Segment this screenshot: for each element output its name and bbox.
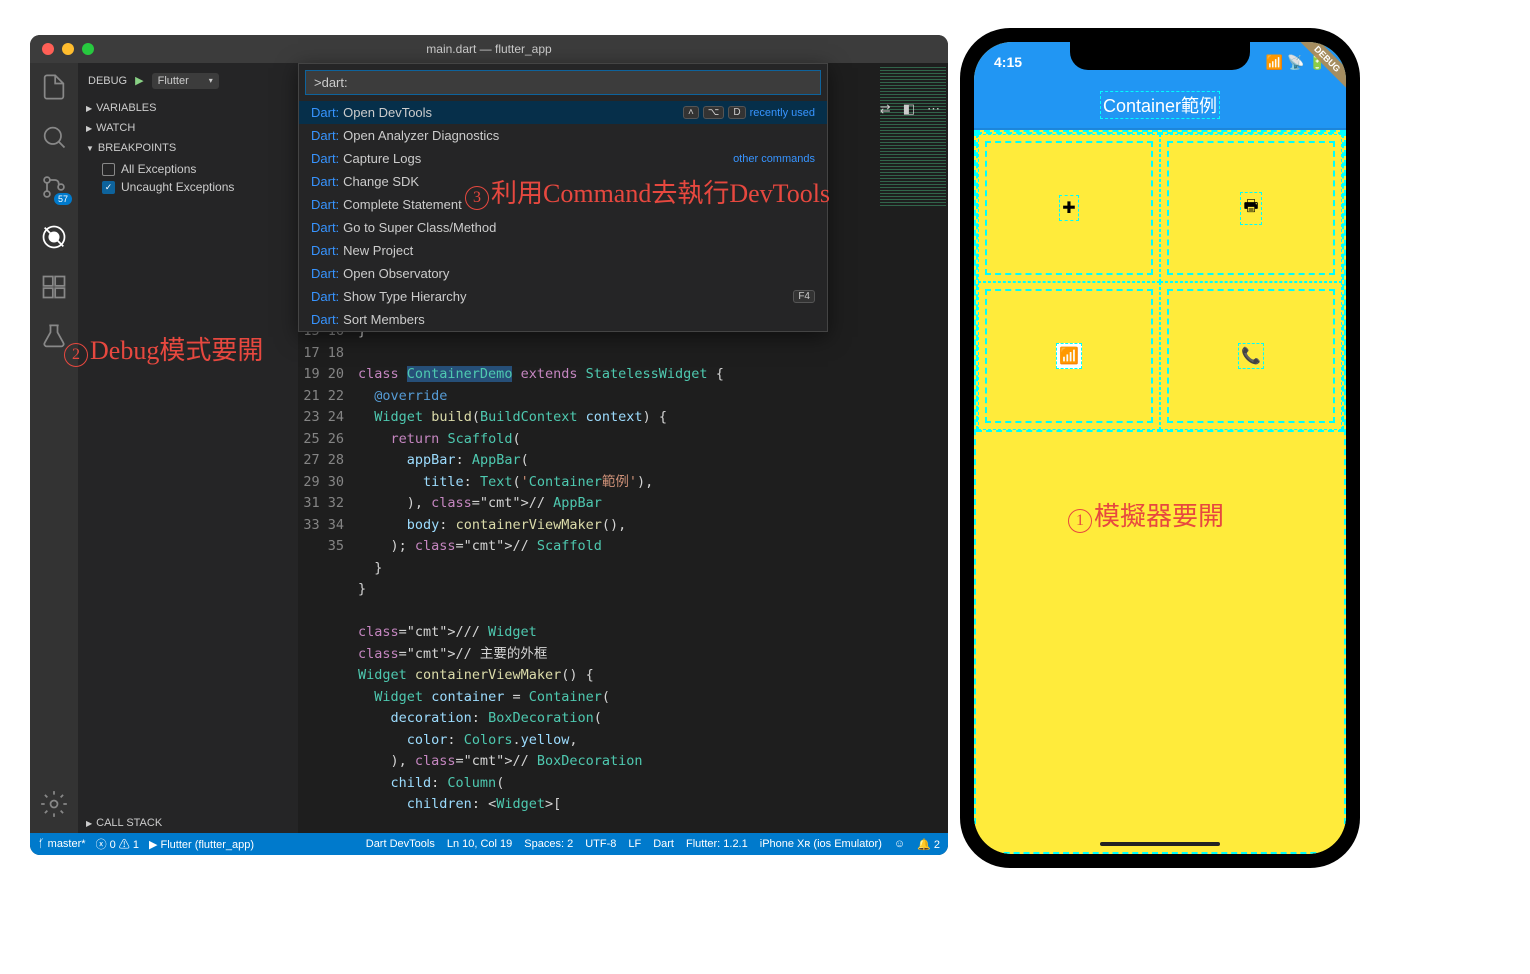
- grid-cell: 🖶: [1160, 134, 1342, 282]
- device[interactable]: iPhone Xʀ (ios Emulator): [760, 838, 882, 851]
- titlebar: main.dart — flutter_app: [30, 35, 948, 63]
- git-branch[interactable]: ᚶ master*: [38, 838, 86, 850]
- print-icon: 🖶: [1240, 192, 1261, 225]
- command-palette-input[interactable]: >dart:: [305, 70, 821, 95]
- palette-item[interactable]: Dart:Capture Logsother commands: [299, 147, 827, 170]
- app-body: ✚ 🖶 📶 📞: [974, 130, 1346, 854]
- settings-icon[interactable]: [40, 790, 68, 818]
- phone-notch: [1070, 42, 1250, 70]
- indentation[interactable]: Spaces: 2: [524, 838, 573, 851]
- flutter-version[interactable]: Flutter: 1.2.1: [686, 838, 748, 851]
- scm-badge: 57: [54, 193, 72, 205]
- section-variables[interactable]: ▶VARIABLES: [78, 98, 298, 118]
- more-icon[interactable]: ⋯: [927, 101, 940, 117]
- debug-icon[interactable]: [40, 223, 68, 251]
- minimap[interactable]: [878, 63, 948, 833]
- breakpoint-uncaught-exceptions[interactable]: ✓Uncaught Exceptions: [102, 178, 298, 196]
- phone-icon: 📞: [1238, 343, 1264, 369]
- feedback-icon[interactable]: ☺: [894, 838, 905, 851]
- launch-status[interactable]: ▶ Flutter (flutter_app): [149, 838, 254, 851]
- signal-icon: 📶: [1266, 54, 1283, 71]
- search-icon[interactable]: [40, 123, 68, 151]
- section-breakpoints[interactable]: ▼BREAKPOINTS: [78, 138, 298, 158]
- breakpoint-all-exceptions[interactable]: All Exceptions: [102, 160, 298, 178]
- phone-time: 4:15: [994, 54, 1022, 70]
- problems[interactable]: ⓧ 0 ⚠ 1: [96, 836, 139, 852]
- annotation-2: 2Debug模式要開: [64, 330, 263, 367]
- split-icon[interactable]: ◧: [903, 101, 915, 117]
- status-bar: ᚶ master* ⓧ 0 ⚠ 1 ▶ Flutter (flutter_app…: [30, 833, 948, 855]
- app-bar: Container範例: [974, 82, 1346, 130]
- compare-icon[interactable]: ⇄: [880, 101, 891, 117]
- annotation-1: 1模擬器要開: [1068, 496, 1224, 533]
- encoding[interactable]: UTF-8: [585, 838, 616, 851]
- checkbox-unchecked-icon[interactable]: [102, 163, 115, 176]
- home-indicator[interactable]: [1100, 842, 1220, 846]
- debug-sidebar: DEBUG ▶ Flutter▾ ▶VARIABLES ▶WATCH ▼BREA…: [78, 63, 298, 833]
- extensions-icon[interactable]: [40, 273, 68, 301]
- debug-config-dropdown[interactable]: Flutter▾: [152, 73, 219, 89]
- section-callstack[interactable]: ▶CALL STACK: [78, 813, 298, 833]
- palette-item[interactable]: Dart:Go to Super Class/Method: [299, 216, 827, 239]
- notifications[interactable]: 🔔 2: [917, 838, 940, 851]
- palette-item[interactable]: Dart:Open Observatory: [299, 262, 827, 285]
- devtools-status[interactable]: Dart DevTools: [366, 838, 435, 851]
- debug-label: DEBUG: [88, 75, 127, 87]
- annotation-3: 3利用Command去執行DevTools: [465, 173, 830, 210]
- grid-cell: 📞: [1160, 282, 1342, 430]
- vscode-window: main.dart — flutter_app 57 DEBUG ▶ Flutt…: [30, 35, 948, 855]
- palette-item[interactable]: Dart:Open DevTools ˄⌥Drecently used: [299, 101, 827, 124]
- activity-bar: 57: [30, 63, 78, 833]
- nav-up-icon: ˄: [683, 106, 699, 119]
- wifi-icon: 📡: [1287, 54, 1304, 71]
- wifi2-icon: 📶: [1056, 343, 1082, 369]
- keyhint-d: D: [728, 106, 745, 119]
- section-watch[interactable]: ▶WATCH: [78, 118, 298, 138]
- language[interactable]: Dart: [653, 838, 674, 851]
- palette-item[interactable]: Dart:Show Type HierarchyF4: [299, 285, 827, 308]
- eol[interactable]: LF: [628, 838, 641, 851]
- palette-item[interactable]: Dart:New Project: [299, 239, 827, 262]
- ios-simulator: DEBUG 4:15 📶📡🔋 Container範例 ✚ 🖶 📶 📞: [960, 28, 1360, 868]
- grid-cell: 📶: [978, 282, 1160, 430]
- add-icon: ✚: [1059, 195, 1078, 221]
- scm-icon[interactable]: 57: [40, 173, 68, 201]
- app-title: Container範例: [1100, 91, 1220, 119]
- cursor-position[interactable]: Ln 10, Col 19: [447, 838, 512, 851]
- window-title: main.dart — flutter_app: [30, 42, 948, 56]
- modifier-key-icon: ⌥: [703, 106, 725, 119]
- grid-cell: ✚: [978, 134, 1160, 282]
- checkbox-checked-icon[interactable]: ✓: [102, 181, 115, 194]
- debug-header: DEBUG ▶ Flutter▾: [78, 63, 298, 98]
- start-debug-button[interactable]: ▶: [135, 74, 143, 87]
- palette-item[interactable]: Dart:Sort Members: [299, 308, 827, 331]
- explorer-icon[interactable]: [40, 73, 68, 101]
- palette-item[interactable]: Dart:Open Analyzer Diagnostics: [299, 124, 827, 147]
